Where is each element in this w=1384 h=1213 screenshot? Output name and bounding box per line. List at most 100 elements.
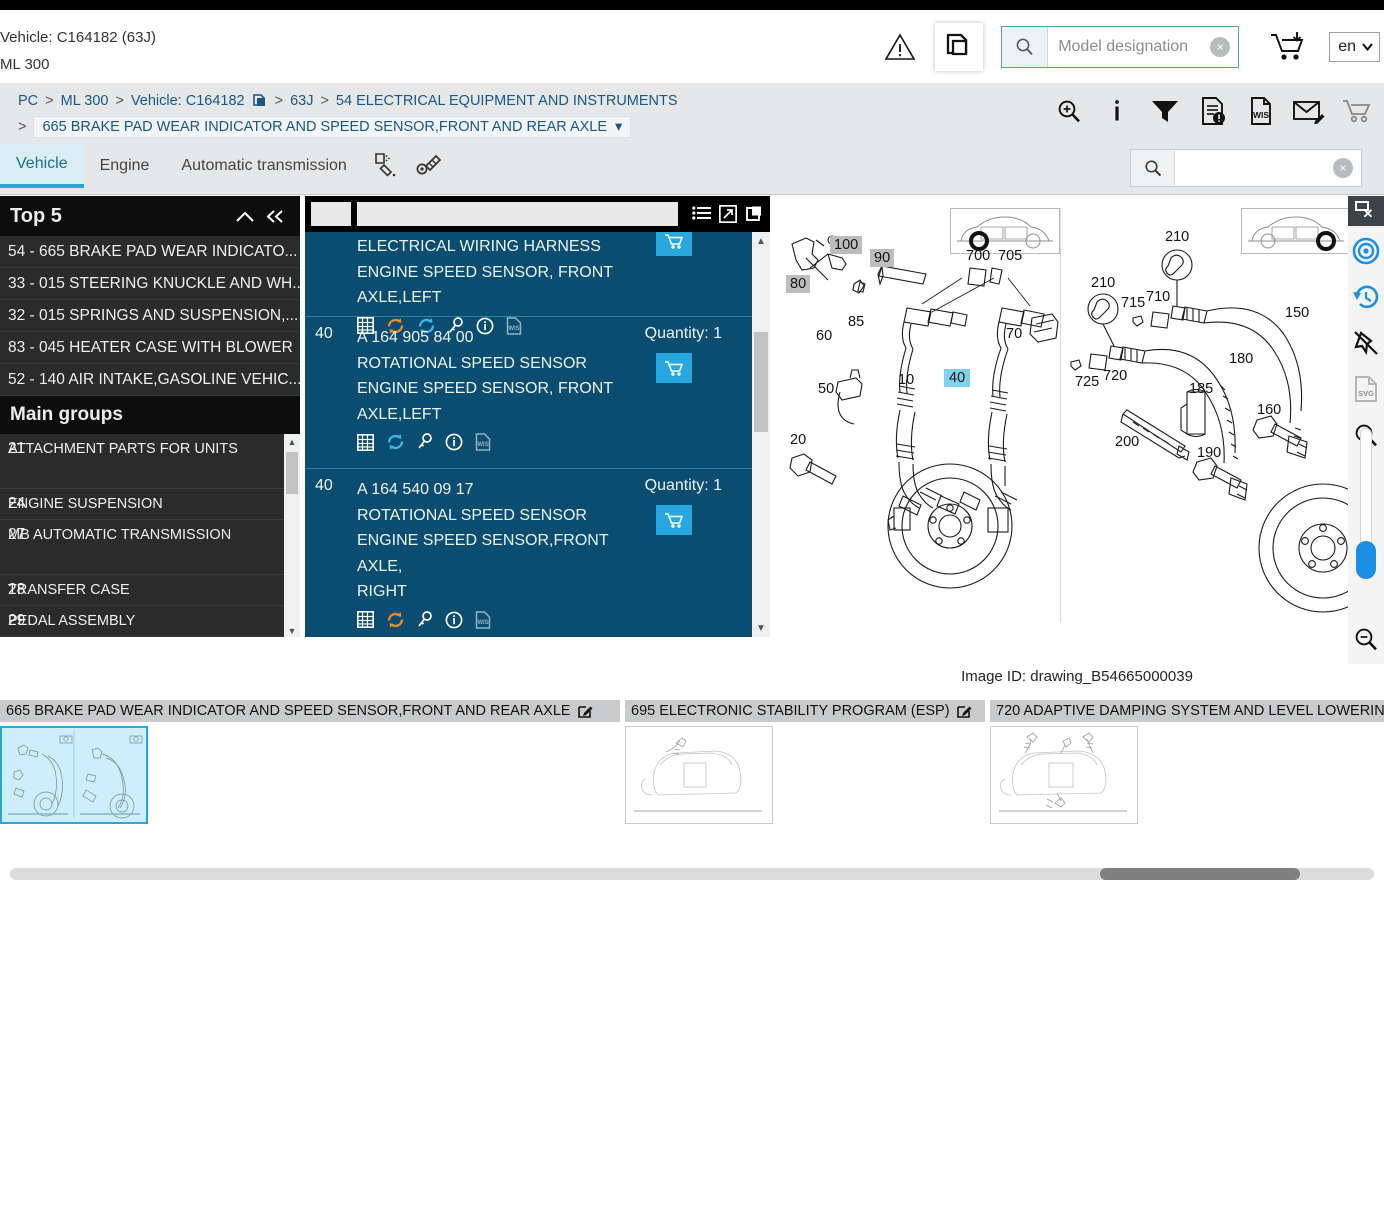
clear-search-icon[interactable]: × xyxy=(1333,158,1353,178)
sidebar-item-group-28[interactable]: 28 TRANSFER CASE xyxy=(0,575,300,606)
clear-search-icon[interactable]: × xyxy=(1210,36,1231,57)
drawing-label-20[interactable]: 20 xyxy=(790,432,806,448)
thumbnail-caption[interactable]: 695 ELECTRONIC STABILITY PROGRAM (ESP) xyxy=(625,700,985,722)
filter-icon[interactable] xyxy=(1148,89,1182,133)
parts-filter-text-box[interactable] xyxy=(357,202,678,226)
drawing-left-panel[interactable]: 80 100 90 85 700 705 60 70 10 40 50 20 xyxy=(770,196,1060,637)
double-chevron-left-icon[interactable] xyxy=(260,209,290,224)
replace-orange-icon[interactable] xyxy=(386,611,405,629)
drawing-label-90[interactable]: 90 xyxy=(870,249,895,267)
paint-code-icon[interactable] xyxy=(363,144,407,188)
search-icon[interactable] xyxy=(1002,26,1049,67)
breadcrumb-item-pc[interactable]: PC xyxy=(18,93,38,109)
drawing-label-60[interactable]: 60 xyxy=(816,328,832,344)
zoom-slider-thumb[interactable] xyxy=(1356,541,1376,579)
table-icon[interactable] xyxy=(357,611,374,628)
add-to-cart-icon[interactable] xyxy=(656,505,692,535)
sidebar-item-top5-0[interactable]: 54 - 665 BRAKE PAD WEAR INDICATO... xyxy=(0,236,300,268)
unpin-icon[interactable] xyxy=(1348,320,1384,366)
parts-row[interactable]: 40 A 164 905 84 00 ROTATIONAL SPEED SENS… xyxy=(305,316,770,468)
catalog-search-box[interactable]: × xyxy=(1130,149,1362,187)
scroll-down-icon[interactable]: ▼ xyxy=(284,623,300,637)
drawing-label-210-upper[interactable]: 210 xyxy=(1165,229,1189,245)
drawing-label-100[interactable]: 100 xyxy=(830,236,863,254)
history-undo-icon[interactable] xyxy=(1348,274,1384,320)
scrollbar-thumb[interactable] xyxy=(286,452,298,494)
drawing-label-715[interactable]: 715 xyxy=(1121,295,1145,311)
sidebar-item-group-29[interactable]: 29 PEDAL ASSEMBLY xyxy=(0,606,300,637)
key-icon[interactable] xyxy=(417,610,433,629)
wis-icon[interactable]: WIS xyxy=(475,433,491,451)
scroll-up-icon[interactable]: ▲ xyxy=(284,434,300,450)
thumbnail-caption[interactable]: 665 BRAKE PAD WEAR INDICATOR AND SPEED S… xyxy=(0,700,620,722)
table-icon[interactable] xyxy=(357,433,374,451)
thumbnail-image-665[interactable] xyxy=(0,726,148,824)
drawing-label-160[interactable]: 160 xyxy=(1257,402,1281,418)
chevron-up-icon[interactable] xyxy=(230,210,260,223)
parts-drawing-viewer[interactable]: 80 100 90 85 700 705 60 70 10 40 50 20 2… xyxy=(770,196,1384,637)
drawing-label-180[interactable]: 180 xyxy=(1229,351,1253,367)
breadcrumb-item-group[interactable]: 54 ELECTRICAL EQUIPMENT AND INSTRUMENTS xyxy=(336,93,678,109)
zoom-out-icon[interactable] xyxy=(1348,616,1384,662)
tab-engine[interactable]: Engine xyxy=(84,144,166,188)
hotspot-target-icon[interactable] xyxy=(1348,228,1384,274)
edit-icon[interactable] xyxy=(956,704,972,719)
mail-edit-icon[interactable] xyxy=(1292,89,1326,133)
cart-icon[interactable] xyxy=(1340,89,1374,133)
breadcrumb-item-code[interactable]: 63J xyxy=(290,93,313,109)
drawing-label-190[interactable]: 190 xyxy=(1197,445,1221,461)
drawing-label-10[interactable]: 10 xyxy=(898,372,914,388)
breadcrumb-item-model[interactable]: ML 300 xyxy=(61,93,109,109)
drawing-label-185[interactable]: 185 xyxy=(1189,381,1213,397)
parts-row[interactable]: ELECTRICAL WIRING HARNESS ENGINE SPEED S… xyxy=(305,232,770,335)
add-to-cart-icon[interactable] xyxy=(656,232,692,256)
breadcrumb-current-dropdown[interactable]: 665 BRAKE PAD WEAR INDICATOR AND SPEED S… xyxy=(33,115,632,138)
thumbnail-caption[interactable]: 720 ADAPTIVE DAMPING SYSTEM AND LEVEL LO… xyxy=(990,700,1384,722)
sidebar-item-top5-3[interactable]: 83 - 045 HEATER CASE WITH BLOWER xyxy=(0,332,300,364)
drawing-label-710[interactable]: 710 xyxy=(1146,289,1170,305)
thumbnail-image-720[interactable] xyxy=(990,726,1138,824)
info-icon[interactable] xyxy=(1100,89,1134,133)
close-panel-icon[interactable]: ✕ xyxy=(1348,196,1384,226)
drawing-right-panel[interactable]: 210 210 715 710 150 180 725 720 185 160 … xyxy=(1061,196,1384,637)
svg-export-icon[interactable]: SVG xyxy=(1348,366,1384,412)
info-icon[interactable] xyxy=(445,433,463,451)
replace-blue-icon[interactable] xyxy=(386,433,405,451)
drawing-label-85[interactable]: 85 xyxy=(848,314,864,330)
info-icon[interactable] xyxy=(445,611,463,629)
sidebar-item-top5-4[interactable]: 52 - 140 AIR INTAKE,GASOLINE VEHIC... xyxy=(0,364,300,396)
drawing-label-200[interactable]: 200 xyxy=(1115,434,1139,450)
expand-icon[interactable] xyxy=(719,205,737,223)
warning-triangle-icon[interactable] xyxy=(877,24,923,70)
wis-icon[interactable]: WIS xyxy=(475,610,491,629)
horizontal-scrollbar-thumb[interactable] xyxy=(1100,868,1300,880)
sidebar-item-group-27[interactable]: 27 MB AUTOMATIC TRANSMISSION xyxy=(0,520,300,575)
key-icon[interactable] xyxy=(417,433,433,451)
drawing-label-720[interactable]: 720 xyxy=(1103,368,1127,384)
copy-documents-icon[interactable] xyxy=(935,22,984,71)
parts-scrollbar[interactable]: ▲ ▼ xyxy=(752,232,770,637)
zoom-in-icon[interactable] xyxy=(1052,89,1086,133)
language-selector[interactable]: en xyxy=(1329,31,1380,62)
copy-icon[interactable] xyxy=(252,93,268,109)
edit-icon[interactable] xyxy=(577,704,593,719)
search-input[interactable] xyxy=(1058,37,1229,56)
horizontal-scrollbar[interactable] xyxy=(10,868,1374,880)
drawing-label-80[interactable]: 80 xyxy=(786,275,811,293)
drawing-label-725[interactable]: 725 xyxy=(1075,374,1099,390)
drawing-label-705[interactable]: 705 xyxy=(998,248,1022,264)
add-to-cart-icon[interactable] xyxy=(1261,30,1315,64)
wis-document-icon[interactable]: WIS xyxy=(1244,89,1278,133)
catalog-search-input[interactable] xyxy=(1183,159,1353,177)
model-search-box[interactable]: × xyxy=(1001,25,1240,68)
equipment-code-icon[interactable] xyxy=(407,144,451,188)
sidebar-item-group-24[interactable]: 24 ENGINE SUSPENSION xyxy=(0,489,300,520)
parts-filter-number-box[interactable] xyxy=(311,202,351,226)
tab-vehicle[interactable]: Vehicle xyxy=(0,144,84,188)
drawing-label-210-lower[interactable]: 210 xyxy=(1091,275,1115,291)
drawing-label-150[interactable]: 150 xyxy=(1285,305,1309,321)
drawing-label-700[interactable]: 700 xyxy=(966,248,990,264)
drawing-label-50[interactable]: 50 xyxy=(818,381,834,397)
drawing-label-40[interactable]: 40 xyxy=(944,369,971,387)
list-view-icon[interactable] xyxy=(692,206,711,222)
